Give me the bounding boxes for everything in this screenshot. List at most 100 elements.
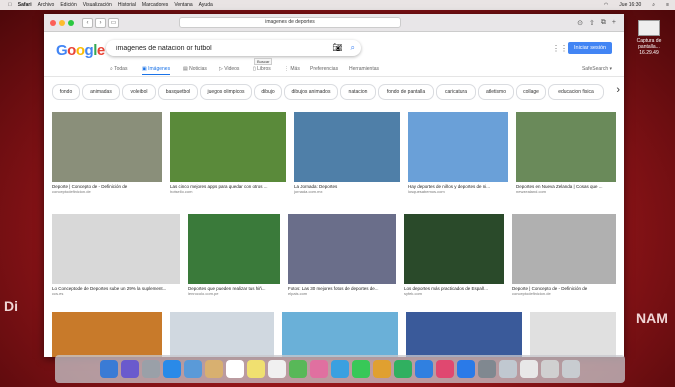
image-result[interactable]: La Jornada: Deportes jornada.com.mx (294, 112, 400, 194)
menu-marcadores[interactable]: Marcadores (142, 2, 168, 8)
photos-icon[interactable] (310, 360, 328, 378)
preview-icon[interactable] (499, 360, 517, 378)
close-window-button[interactable] (50, 19, 56, 26)
result-thumbnail[interactable] (516, 112, 616, 182)
tab-noticias[interactable]: ▤ Noticias (183, 66, 207, 72)
safari-icon[interactable] (163, 360, 181, 378)
tabs-icon[interactable]: ⧉ (601, 19, 606, 27)
chip-animadas[interactable]: animadas (82, 84, 120, 100)
pages-icon[interactable] (373, 360, 391, 378)
tab-libros[interactable]: ▯ Libros (253, 66, 271, 72)
chip-dibujos-animados[interactable]: dibujos animados (284, 84, 338, 100)
chip-atletismo[interactable]: atletismo (478, 84, 514, 100)
result-thumbnail[interactable] (188, 214, 280, 284)
contacts-icon[interactable] (205, 360, 223, 378)
tab-mas[interactable]: ⋮ Más (284, 66, 300, 72)
tab-todas[interactable]: ⌕ Todas (110, 66, 127, 72)
image-result[interactable]: Lo Conceptode de Deportes sube un 29% la… (52, 214, 180, 296)
signin-button[interactable]: Iniciar sesión (568, 42, 613, 54)
address-bar[interactable]: imagenes de deportes (179, 17, 401, 28)
chip-juegos-olimpicos[interactable]: juegos olimpicos (200, 84, 252, 100)
result-thumbnail[interactable] (406, 312, 522, 357)
finder-icon[interactable] (100, 360, 118, 378)
image-result[interactable]: Deporte | Concepto de - Definición de co… (512, 214, 616, 296)
minimize-window-button[interactable] (59, 19, 65, 26)
result-thumbnail[interactable] (170, 112, 286, 182)
image-result[interactable]: Deportes que pueden realizar tus hiñ... … (188, 214, 280, 296)
result-thumbnail[interactable] (52, 214, 180, 284)
result-thumbnail[interactable] (282, 312, 398, 357)
calendar-icon[interactable] (226, 360, 244, 378)
menu-ayuda[interactable]: Ayuda (199, 2, 213, 8)
mail-icon[interactable] (184, 360, 202, 378)
facetime-icon[interactable] (352, 360, 370, 378)
reminders-icon[interactable] (268, 360, 286, 378)
downloads-folder-icon[interactable] (541, 360, 559, 378)
maps-icon[interactable] (289, 360, 307, 378)
app-store-icon[interactable] (457, 360, 475, 378)
tab-preferencias[interactable]: Preferencias (310, 66, 338, 72)
result-thumbnail[interactable] (408, 112, 508, 182)
music-icon[interactable] (436, 360, 454, 378)
image-result[interactable]: Hay deportes de niños y deportes de ni..… (408, 112, 508, 194)
menu-archivo[interactable]: Archivo (38, 2, 55, 8)
image-result[interactable]: Deportes en Nueva Zelanda | Cosas que ..… (516, 112, 616, 194)
search-icon[interactable]: ⌕ (351, 43, 355, 53)
zoom-window-button[interactable] (68, 19, 74, 26)
result-thumbnail[interactable] (512, 214, 616, 284)
menu-visualizacion[interactable]: Visualización (83, 2, 112, 8)
search-input[interactable] (114, 42, 318, 55)
menu-edicion[interactable]: Edición (60, 2, 76, 8)
chip-voleibol[interactable]: voleibol (122, 84, 156, 100)
document-icon[interactable] (520, 360, 538, 378)
chevron-right-icon[interactable]: › (616, 84, 620, 96)
image-result[interactable]: Fotos: Las 30 mejores fotos de deportes … (288, 214, 396, 296)
tab-herramientas[interactable]: Herramientas (349, 66, 379, 72)
image-result[interactable] (52, 312, 162, 357)
spotlight-icon[interactable]: ⌕ (652, 2, 655, 8)
notes-icon[interactable] (247, 360, 265, 378)
google-logo[interactable]: Google (56, 42, 105, 59)
chip-dibujo[interactable]: dibujo (254, 84, 282, 100)
chip-fondo-de-pantalla[interactable]: fondo de pantalla (378, 84, 434, 100)
downloads-icon[interactable]: ⊙ (577, 19, 583, 27)
result-thumbnail[interactable] (294, 112, 400, 182)
system-preferences-icon[interactable] (478, 360, 496, 378)
numbers-icon[interactable] (394, 360, 412, 378)
new-tab-icon[interactable]: + (612, 19, 616, 27)
safesearch-toggle[interactable]: SafeSearch ▾ (582, 66, 612, 72)
chip-basquetbol[interactable]: basquetbol (158, 84, 198, 100)
chip-natacion[interactable]: natacion (340, 84, 376, 100)
chip-educacion-fisica[interactable]: educacion fisica (548, 84, 604, 100)
result-thumbnail[interactable] (288, 214, 396, 284)
back-button[interactable]: ‹ (82, 17, 93, 28)
chip-collage[interactable]: collage (516, 84, 546, 100)
menu-safari[interactable]: Safari (18, 2, 32, 8)
camera-search-icon[interactable]: 📷︎ (332, 43, 342, 53)
image-result[interactable] (282, 312, 398, 357)
image-result[interactable]: Las cinco mejores apps para quedar con o… (170, 112, 286, 194)
share-icon[interactable]: ⇧ (589, 19, 595, 27)
wifi-icon[interactable]: ◠ (604, 2, 608, 8)
forward-button[interactable]: › (95, 17, 106, 28)
result-thumbnail[interactable] (52, 112, 162, 182)
chip-caricatura[interactable]: caricatura (436, 84, 476, 100)
sidebar-button[interactable]: ▭ (108, 17, 119, 28)
tab-videos[interactable]: ▷ Videos (219, 66, 239, 72)
messages-icon[interactable] (331, 360, 349, 378)
siri-icon[interactable] (121, 360, 139, 378)
tab-imagenes[interactable]: ▣ Imágenes (142, 66, 171, 75)
clock[interactable]: Jue 16:30 (619, 2, 641, 8)
result-thumbnail[interactable] (530, 312, 616, 357)
trash-icon[interactable] (562, 360, 580, 378)
desktop-file-icon[interactable]: Captura de pantalla... 16.29.49 (630, 20, 668, 56)
image-result[interactable]: Deporte | Concepto de - Definición de co… (52, 112, 162, 194)
apple-icon[interactable]:  (8, 2, 12, 8)
chip-fondo[interactable]: fondo (52, 84, 80, 100)
result-caption[interactable]: Lo Conceptode de Deportes sube un 29% la… (52, 286, 180, 291)
menu-ventana[interactable]: Ventana (174, 2, 192, 8)
keynote-icon[interactable] (415, 360, 433, 378)
result-thumbnail[interactable] (170, 312, 274, 357)
menu-historial[interactable]: Historial (118, 2, 136, 8)
result-thumbnail[interactable] (404, 214, 504, 284)
